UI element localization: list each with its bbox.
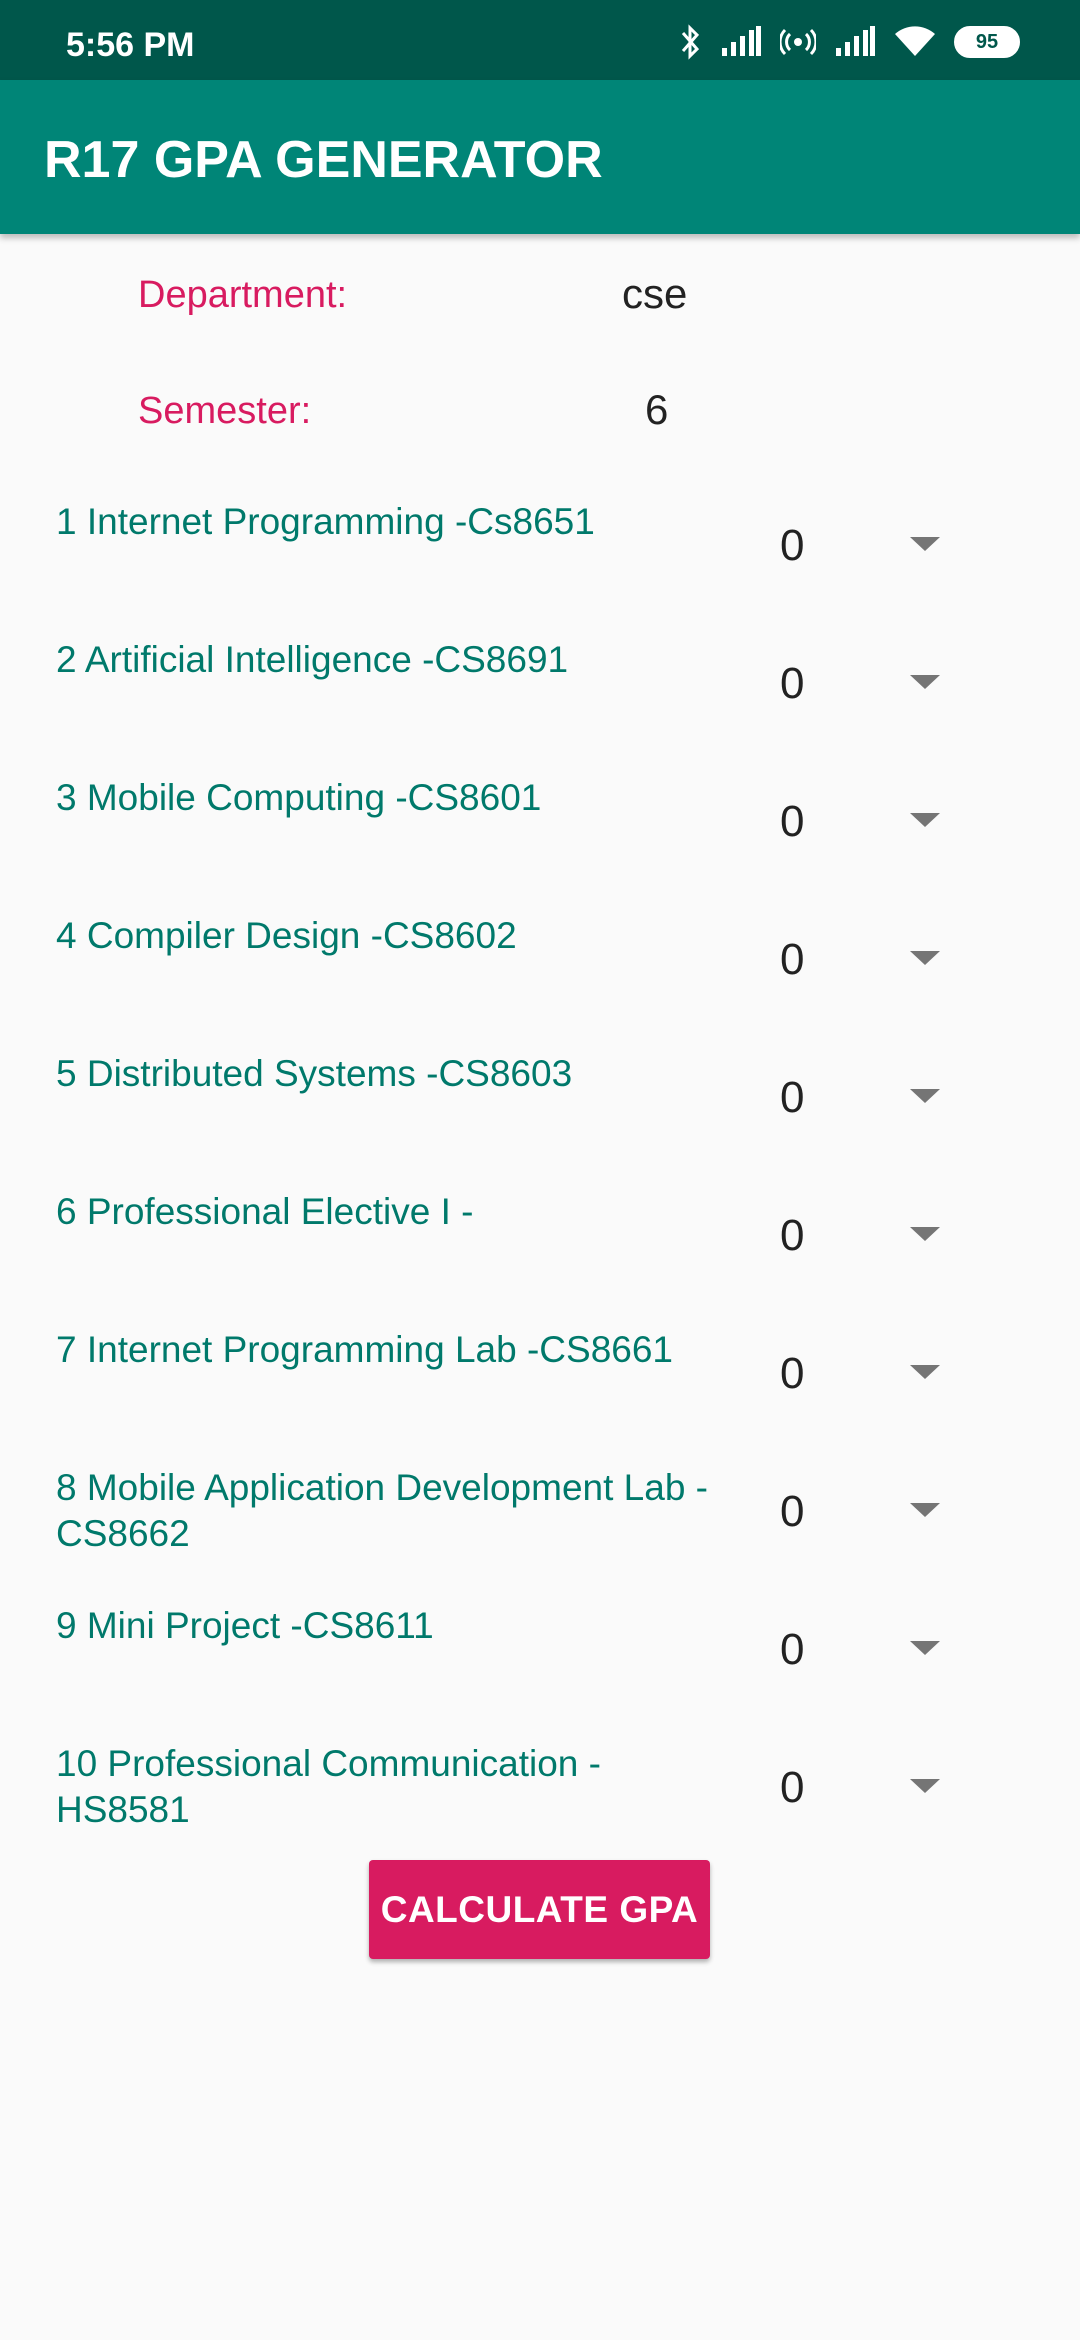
grade-value: 0 <box>780 521 805 570</box>
dropdown-arrow-icon <box>910 1365 940 1379</box>
dropdown-arrow-icon <box>910 813 940 827</box>
grade-spinner[interactable]: 0 <box>760 651 950 721</box>
subject-row: 5 Distributed Systems -CS8603 0 <box>0 1051 1080 1189</box>
grade-spinner[interactable]: 0 <box>760 1479 950 1549</box>
dropdown-arrow-icon <box>910 1089 940 1103</box>
dropdown-arrow-icon <box>910 951 940 965</box>
subject-row: 10 Professional Communication -HS8581 0 <box>0 1741 1080 1879</box>
grade-spinner[interactable]: 0 <box>760 1755 950 1825</box>
subject-name: 6 Professional Elective I - <box>56 1191 474 1232</box>
dropdown-arrow-icon <box>910 675 940 689</box>
grade-value: 0 <box>780 1211 805 1260</box>
grade-value: 0 <box>780 935 805 984</box>
hotspot-icon <box>780 24 816 60</box>
grade-value: 0 <box>780 1625 805 1674</box>
grade-spinner[interactable]: 0 <box>760 927 950 997</box>
subject-name: 10 Professional Communication -HS8581 <box>56 1743 601 1830</box>
department-value: cse <box>622 270 688 317</box>
semester-label: Semester: <box>138 390 312 432</box>
grade-spinner[interactable]: 0 <box>760 789 950 859</box>
status-time: 5:56 PM <box>66 26 195 64</box>
dropdown-arrow-icon <box>910 1779 940 1793</box>
battery-icon: 95 <box>954 26 1020 58</box>
grade-value: 0 <box>780 797 805 846</box>
bluetooth-icon <box>680 24 702 60</box>
subject-row: 2 Artificial Intelligence -CS8691 0 <box>0 637 1080 775</box>
subject-row: 8 Mobile Application Development Lab -CS… <box>0 1465 1080 1603</box>
subject-row: 1 Internet Programming -Cs8651 0 <box>0 499 1080 637</box>
signal-icon-2 <box>834 26 876 58</box>
semester-value: 6 <box>645 386 669 433</box>
subject-row: 7 Internet Programming Lab -CS8661 0 <box>0 1327 1080 1465</box>
subject-row: 3 Mobile Computing -CS8601 0 <box>0 775 1080 913</box>
grade-value: 0 <box>780 659 805 708</box>
status-icons: 95 <box>680 22 1020 62</box>
wifi-icon <box>894 26 936 58</box>
grade-spinner[interactable]: 0 <box>760 513 950 583</box>
subject-name: 8 Mobile Application Development Lab -CS… <box>56 1467 708 1554</box>
app-bar: R17 GPA GENERATOR <box>0 80 1080 234</box>
subject-name: 9 Mini Project -CS8611 <box>56 1605 434 1646</box>
subject-name: 1 Internet Programming -Cs8651 <box>56 501 595 542</box>
grade-value: 0 <box>780 1073 805 1122</box>
subject-name: 5 Distributed Systems -CS8603 <box>56 1053 573 1094</box>
dropdown-arrow-icon <box>910 537 940 551</box>
grade-value: 0 <box>780 1487 805 1536</box>
subject-name: 2 Artificial Intelligence -CS8691 <box>56 639 569 680</box>
department-label: Department: <box>138 274 348 316</box>
dropdown-arrow-icon <box>910 1227 940 1241</box>
grade-value: 0 <box>780 1763 805 1812</box>
grade-spinner[interactable]: 0 <box>760 1203 950 1273</box>
subject-row: 9 Mini Project -CS8611 0 <box>0 1603 1080 1741</box>
calculate-gpa-button[interactable]: CALCULATE GPA <box>369 1860 710 1959</box>
grade-spinner[interactable]: 0 <box>760 1617 950 1687</box>
subject-row: 6 Professional Elective I - 0 <box>0 1189 1080 1327</box>
dropdown-arrow-icon <box>910 1503 940 1517</box>
status-bar: 5:56 PM 95 <box>0 0 1080 80</box>
signal-icon <box>720 26 762 58</box>
grade-spinner[interactable]: 0 <box>760 1065 950 1135</box>
grade-spinner[interactable]: 0 <box>760 1341 950 1411</box>
dropdown-arrow-icon <box>910 1641 940 1655</box>
grade-value: 0 <box>780 1349 805 1398</box>
subject-name: 7 Internet Programming Lab -CS8661 <box>56 1329 674 1370</box>
subject-name: 3 Mobile Computing -CS8601 <box>56 777 542 818</box>
subject-row: 4 Compiler Design -CS8602 0 <box>0 913 1080 1051</box>
app-title: R17 GPA GENERATOR <box>44 131 603 189</box>
subject-name: 4 Compiler Design -CS8602 <box>56 915 517 956</box>
